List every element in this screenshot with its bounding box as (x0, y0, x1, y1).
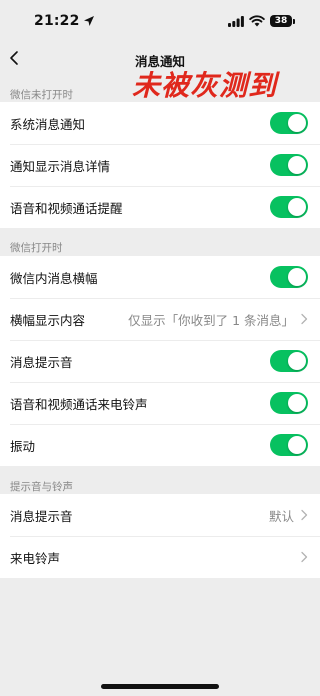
row-value: 默认 (268, 508, 294, 524)
row-label: 语音和视频通话来电铃声 (10, 396, 148, 412)
row-label: 系统消息通知 (10, 116, 86, 132)
toggle-knob (288, 394, 306, 412)
toggle-system-notification[interactable] (270, 112, 308, 134)
row-in-app-banner[interactable]: 微信内消息横幅 (0, 256, 320, 298)
row-message-sound[interactable]: 消息提示音 (0, 340, 320, 382)
toggle-knob (288, 114, 306, 132)
toggle-message-sound[interactable] (270, 350, 308, 372)
toggle-knob (288, 198, 306, 216)
section-header-closed: 微信未打开时 (10, 89, 73, 101)
row-label: 语音和视频通话提醒 (10, 200, 123, 216)
row-label: 横幅显示内容 (10, 312, 86, 328)
chevron-right-icon (301, 509, 308, 521)
row-label: 振动 (10, 438, 36, 454)
toggle-show-message-details[interactable] (270, 154, 308, 176)
row-banner-content[interactable]: 横幅显示内容 仅显示「你收到了 1 条消息」 (0, 298, 320, 340)
row-label: 微信内消息横幅 (10, 270, 98, 286)
toggle-knob (288, 352, 306, 370)
section-header-open: 微信打开时 (10, 242, 63, 254)
row-label: 来电铃声 (10, 550, 61, 566)
row-show-message-details[interactable]: 通知显示消息详情 (0, 144, 320, 186)
row-system-notification[interactable]: 系统消息通知 (0, 102, 320, 144)
row-label: 消息提示音 (10, 508, 73, 524)
row-label: 消息提示音 (10, 354, 73, 370)
row-incoming-ringtone[interactable]: 来电铃声 (0, 536, 320, 578)
settings-group-open: 微信内消息横幅 横幅显示内容 仅显示「你收到了 1 条消息」 消息提示音 语音和… (0, 256, 320, 466)
location-arrow-icon (84, 16, 94, 26)
cellular-signal-icon (228, 16, 244, 27)
row-call-reminder[interactable]: 语音和视频通话提醒 (0, 186, 320, 228)
toggle-knob (288, 268, 306, 286)
section-header-sounds: 提示音与铃声 (10, 481, 73, 493)
battery-cap (293, 19, 295, 24)
chevron-right-icon (301, 313, 308, 325)
toggle-knob (288, 156, 306, 174)
toggle-in-app-banner[interactable] (270, 266, 308, 288)
row-label: 通知显示消息详情 (10, 158, 111, 174)
toggle-call-ringtone[interactable] (270, 392, 308, 414)
battery-indicator: 38 (270, 15, 292, 27)
settings-group-closed: 系统消息通知 通知显示消息详情 语音和视频通话提醒 (0, 102, 320, 228)
home-indicator[interactable] (101, 684, 219, 689)
toggle-call-reminder[interactable] (270, 196, 308, 218)
wifi-icon (249, 15, 265, 27)
row-call-ringtone[interactable]: 语音和视频通话来电铃声 (0, 382, 320, 424)
row-message-tone[interactable]: 消息提示音 默认 (0, 494, 320, 536)
status-time: 21:22 (34, 13, 80, 29)
toggle-vibration[interactable] (270, 434, 308, 456)
settings-group-sounds: 消息提示音 默认 来电铃声 (0, 494, 320, 578)
row-vibration[interactable]: 振动 (0, 424, 320, 466)
toggle-knob (288, 436, 306, 454)
watermark-text: 未被灰测到 (132, 69, 278, 102)
row-value: 仅显示「你收到了 1 条消息」 (128, 312, 294, 328)
chevron-right-icon (301, 551, 308, 563)
status-bar: 21:22 38 (0, 0, 320, 44)
